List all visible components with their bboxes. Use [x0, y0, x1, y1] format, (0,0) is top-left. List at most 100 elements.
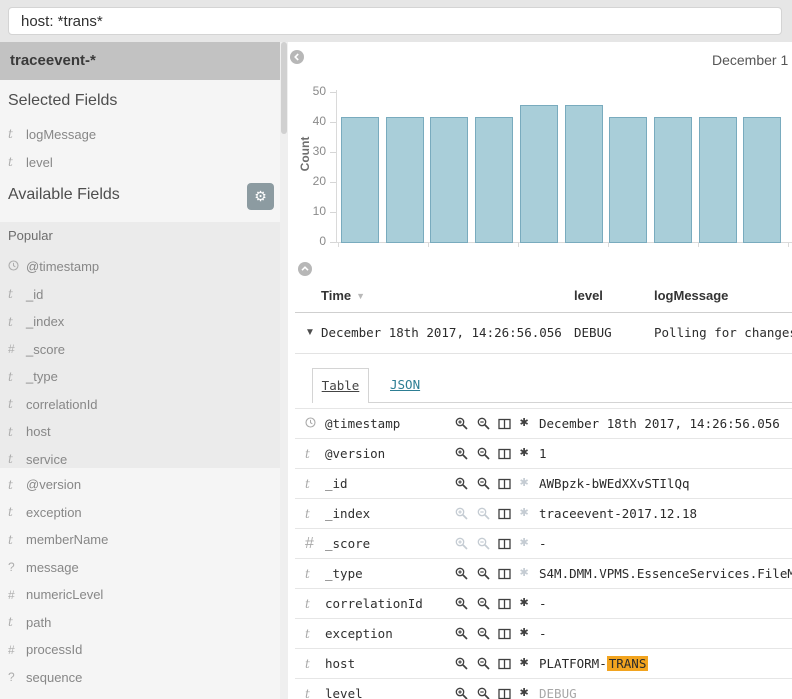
- filter-for-field-present-icon[interactable]: ✱: [520, 418, 529, 429]
- toggle-column-icon[interactable]: [498, 628, 511, 640]
- filter-out-value-icon[interactable]: [477, 477, 490, 490]
- y-tick-mark: [330, 182, 336, 183]
- field-item-_id[interactable]: t_id: [0, 281, 280, 309]
- filter-for-value-icon[interactable]: [455, 657, 468, 670]
- field-type-number-icon: #: [8, 342, 15, 356]
- histogram-bar[interactable]: [565, 105, 603, 243]
- tab-json[interactable]: JSON: [384, 368, 426, 402]
- toggle-column-icon[interactable]: [498, 538, 511, 550]
- doc-field-actions: ✱: [455, 537, 539, 550]
- toggle-column-icon[interactable]: [498, 418, 511, 430]
- field-item-_type[interactable]: t_type: [0, 363, 280, 391]
- filter-out-value-icon[interactable]: [477, 447, 490, 460]
- index-pattern-title[interactable]: traceevent-*: [0, 42, 280, 80]
- field-item-numericLevel[interactable]: #numericLevel: [0, 581, 280, 609]
- field-item-_score[interactable]: # _score: [0, 336, 280, 364]
- field-type-string-icon: t: [8, 505, 13, 519]
- field-item-service[interactable]: tservice: [0, 446, 280, 474]
- field-type-unknown-icon: ?: [8, 560, 15, 574]
- field-type: t: [295, 627, 325, 641]
- field-settings-button[interactable]: ⚙: [247, 183, 274, 210]
- histogram-bar[interactable]: [475, 117, 513, 243]
- filter-for-field-present-icon[interactable]: ✱: [520, 688, 529, 699]
- toggle-column-icon[interactable]: [498, 658, 511, 670]
- histogram-bar[interactable]: [430, 117, 468, 243]
- selected-fields-list: tlogMessagetlevel: [0, 120, 280, 176]
- histogram-bar[interactable]: [609, 117, 647, 243]
- filter-for-value-icon[interactable]: [455, 477, 468, 490]
- doc-field-actions: ✱: [455, 657, 539, 670]
- filter-for-value-icon[interactable]: [455, 627, 468, 640]
- field-type: #: [8, 342, 26, 356]
- field-type: [295, 415, 325, 433]
- histogram-bar[interactable]: [654, 117, 692, 243]
- doc-field-actions: ✱: [455, 507, 539, 520]
- filter-for-value-icon[interactable]: [455, 597, 468, 610]
- toggle-column-icon[interactable]: [498, 598, 511, 610]
- filter-out-value-icon[interactable]: [477, 417, 490, 430]
- toggle-column-icon[interactable]: [498, 478, 511, 490]
- toggle-column-icon[interactable]: [498, 688, 511, 699]
- field-item-processId[interactable]: #processId: [0, 636, 280, 664]
- filter-for-field-present-icon: ✱: [520, 568, 529, 579]
- toggle-column-icon[interactable]: [498, 508, 511, 520]
- field-item-path[interactable]: tpath: [0, 609, 280, 637]
- x-tick-mark: [518, 243, 519, 247]
- toggle-column-icon[interactable]: [498, 448, 511, 460]
- toggle-column-icon[interactable]: [498, 568, 511, 580]
- expand-row-icon[interactable]: ▼: [305, 312, 315, 353]
- filter-for-field-present-icon[interactable]: ✱: [520, 628, 529, 639]
- field-label: correlationId: [26, 397, 98, 412]
- histogram-bar[interactable]: [699, 117, 737, 243]
- field-item-@version[interactable]: t@version: [0, 471, 280, 499]
- field-item-level[interactable]: tlevel: [0, 148, 280, 176]
- field-item-memberName[interactable]: tmemberName: [0, 526, 280, 554]
- histogram-bar[interactable]: [520, 105, 558, 243]
- doc-field-actions: ✱: [455, 447, 539, 460]
- column-header-logmessage[interactable]: logMessage: [654, 280, 728, 312]
- field-item-@timestamp[interactable]: @timestamp: [0, 253, 280, 281]
- filter-for-value-icon[interactable]: [455, 567, 468, 580]
- filter-out-value-icon[interactable]: [477, 567, 490, 580]
- filter-out-value-icon[interactable]: [477, 657, 490, 670]
- field-type: t: [8, 397, 26, 411]
- filter-for-value-icon[interactable]: [455, 417, 468, 430]
- column-header-time[interactable]: Time▼: [321, 280, 365, 312]
- field-item-correlationId[interactable]: tcorrelationId: [0, 391, 280, 419]
- x-tick-mark: [428, 243, 429, 247]
- field-item-sourceFileName[interactable]: tsourceFileName: [0, 691, 280, 699]
- field-item-exception[interactable]: texception: [0, 499, 280, 527]
- filter-for-value-icon[interactable]: [455, 447, 468, 460]
- field-item-message[interactable]: ?message: [0, 554, 280, 582]
- filter-for-field-present-icon[interactable]: ✱: [520, 658, 529, 669]
- field-label: _score: [26, 342, 65, 357]
- table-row[interactable]: ▼ December 18th 2017, 14:26:56.056 DEBUG…: [295, 312, 792, 354]
- field-item-host[interactable]: thost: [0, 418, 280, 446]
- field-label: numericLevel: [26, 587, 103, 602]
- field-type-string-icon: t: [305, 627, 310, 641]
- gear-icon: ⚙: [254, 188, 267, 204]
- filter-for-field-present-icon[interactable]: ✱: [520, 448, 529, 459]
- field-type: t: [8, 505, 26, 519]
- filter-for-value-icon[interactable]: [455, 687, 468, 699]
- filter-out-value-icon[interactable]: [477, 627, 490, 640]
- filter-out-value-icon[interactable]: [477, 687, 490, 699]
- field-type-string-icon: t: [8, 370, 13, 384]
- histogram-bar[interactable]: [743, 117, 781, 243]
- column-header-level[interactable]: level: [574, 280, 603, 312]
- field-item-_index[interactable]: t_index: [0, 308, 280, 336]
- sidebar-scrollbar-thumb[interactable]: [281, 42, 287, 134]
- search-input[interactable]: [8, 7, 782, 35]
- x-tick-mark: [788, 243, 789, 247]
- filter-out-value-icon[interactable]: [477, 597, 490, 610]
- tab-table[interactable]: Table: [312, 368, 369, 403]
- collapse-sidebar-button[interactable]: [290, 50, 304, 64]
- doc-viewer-table: @timestamp✱December 18th 2017, 14:26:56.…: [295, 408, 792, 699]
- field-item-logMessage[interactable]: tlogMessage: [0, 120, 280, 148]
- field-item-sequence[interactable]: ?sequence: [0, 664, 280, 692]
- histogram-bar[interactable]: [341, 117, 379, 243]
- filter-for-field-present-icon[interactable]: ✱: [520, 598, 529, 609]
- collapse-chart-button[interactable]: [298, 262, 312, 276]
- histogram-bar[interactable]: [386, 117, 424, 243]
- doc-field-actions: ✱: [455, 627, 539, 640]
